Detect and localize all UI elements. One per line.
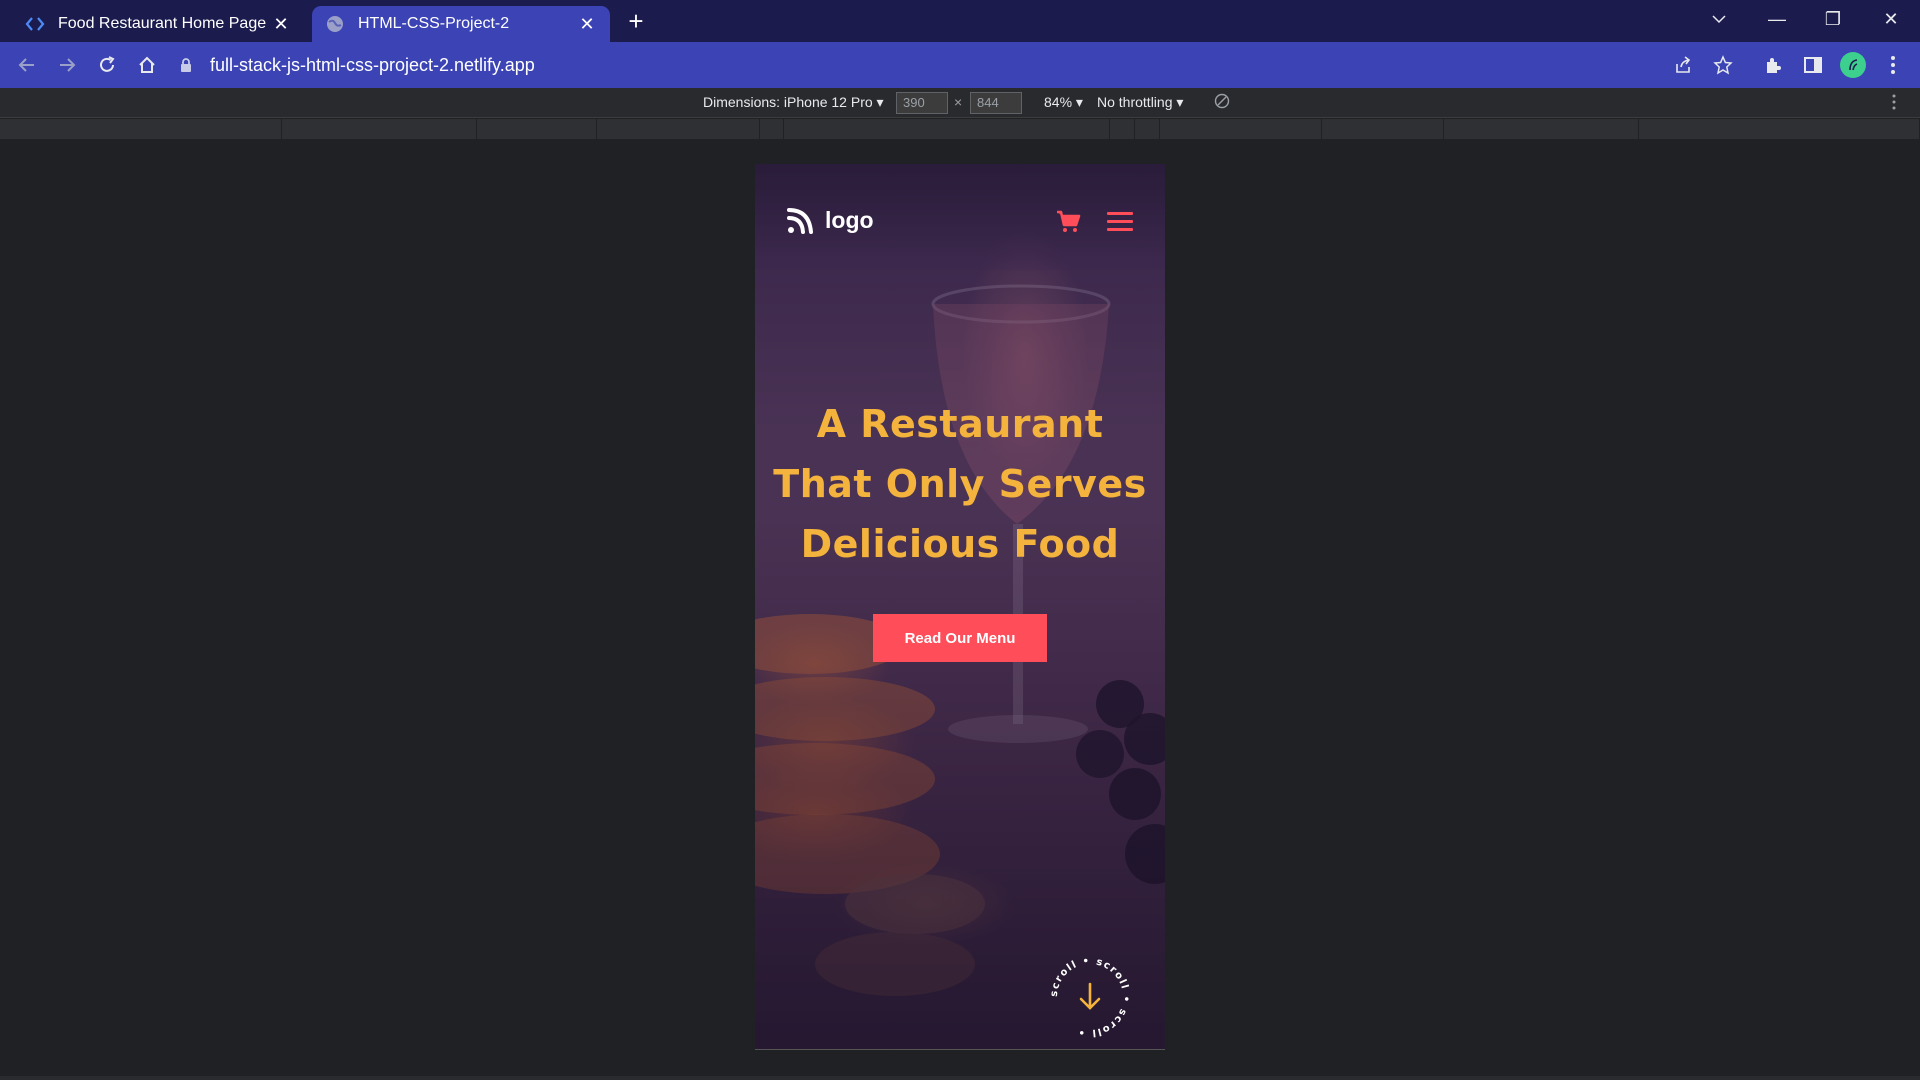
close-window-button[interactable]: ✕ xyxy=(1866,0,1916,38)
throttling-select[interactable]: No throttling ▾ xyxy=(1097,94,1183,111)
side-panel-icon[interactable] xyxy=(1798,50,1828,80)
media-query-segment[interactable] xyxy=(282,119,477,139)
tab-search-icon[interactable] xyxy=(1694,0,1744,38)
media-query-segment[interactable] xyxy=(1135,119,1160,139)
browser-menu-icon[interactable] xyxy=(1878,50,1908,80)
tab-food-restaurant[interactable]: Food Restaurant Home Page ✕ xyxy=(12,6,304,42)
device-toolbar-menu-icon[interactable] xyxy=(1892,94,1896,113)
device-width-input[interactable]: 390 xyxy=(896,92,948,114)
media-query-segment[interactable] xyxy=(1639,119,1920,139)
browser-toolbar: full-stack-js-html-css-project-2.netlify… xyxy=(0,42,1920,88)
bookmark-star-icon[interactable] xyxy=(1708,50,1738,80)
read-menu-button[interactable]: Read Our Menu xyxy=(873,614,1047,662)
tab-html-css-project[interactable]: HTML-CSS-Project-2 ✕ xyxy=(312,6,610,42)
media-query-segment[interactable] xyxy=(597,119,760,139)
share-icon[interactable] xyxy=(1668,50,1698,80)
site-header: logo xyxy=(755,164,1165,270)
extensions-icon[interactable] xyxy=(1758,50,1788,80)
tab-title: HTML-CSS-Project-2 xyxy=(358,15,510,32)
reload-icon[interactable] xyxy=(92,50,122,80)
tab-title: Food Restaurant Home Page xyxy=(58,15,267,32)
media-query-segment[interactable] xyxy=(477,119,597,139)
devtools-device-toolbar: Dimensions: iPhone 12 Pro ▾ 390 × 844 84… xyxy=(0,88,1920,118)
back-icon[interactable] xyxy=(12,50,42,80)
logo-icon xyxy=(787,208,813,234)
code-brackets-icon xyxy=(24,13,46,35)
media-query-segment[interactable] xyxy=(760,119,784,139)
device-height-input[interactable]: 844 xyxy=(970,92,1022,114)
hamburger-menu-icon[interactable] xyxy=(1107,212,1133,232)
hero-line: Delicious Food xyxy=(800,522,1120,566)
media-query-bar xyxy=(0,119,1920,139)
close-tab-icon[interactable]: ✕ xyxy=(270,13,292,35)
media-query-segment[interactable] xyxy=(1444,119,1639,139)
profile-avatar[interactable] xyxy=(1840,52,1866,78)
arrow-down-icon xyxy=(1079,982,1101,1010)
restore-button[interactable]: ❐ xyxy=(1808,0,1858,38)
close-tab-icon[interactable]: ✕ xyxy=(576,13,598,35)
new-tab-button[interactable]: + xyxy=(622,8,650,36)
dimensions-times: × xyxy=(954,94,963,110)
hero-headline: A Restaurant That Only Serves Delicious … xyxy=(755,394,1165,574)
hero-line: That Only Serves xyxy=(773,462,1147,506)
device-viewport: logo A Restaurant That Only Serves Delic… xyxy=(755,164,1165,1050)
forward-icon[interactable] xyxy=(52,50,82,80)
logo-text: logo xyxy=(825,206,874,233)
minimize-button[interactable]: — xyxy=(1752,0,1802,38)
device-dimensions-select[interactable]: Dimensions: iPhone 12 Pro ▾ xyxy=(703,94,884,111)
site-logo[interactable]: logo xyxy=(785,204,874,236)
scroll-down-badge[interactable]: scroll • scroll • scroll • xyxy=(1047,954,1133,1040)
rotate-icon[interactable] xyxy=(1214,93,1230,112)
hero-line: A Restaurant xyxy=(816,402,1104,446)
cart-icon[interactable] xyxy=(1055,208,1081,234)
zoom-label: 84% xyxy=(1044,94,1073,110)
media-query-segment[interactable] xyxy=(0,119,282,139)
address-bar[interactable]: full-stack-js-html-css-project-2.netlify… xyxy=(178,47,1718,83)
lock-icon xyxy=(181,58,191,72)
globe-icon xyxy=(324,13,346,35)
throttling-label: No throttling xyxy=(1097,94,1173,110)
hero-overlay xyxy=(755,164,1165,1049)
devtools-bottom-edge xyxy=(0,1076,1920,1080)
home-icon[interactable] xyxy=(132,50,162,80)
url-text: full-stack-js-html-css-project-2.netlify… xyxy=(210,54,535,75)
zoom-select[interactable]: 84% ▾ xyxy=(1044,94,1083,111)
media-query-segment[interactable] xyxy=(1110,119,1135,139)
media-query-segment[interactable] xyxy=(1160,119,1322,139)
browser-titlebar: Food Restaurant Home Page ✕ HTML-CSS-Pro… xyxy=(0,0,1920,42)
dimensions-label: Dimensions: iPhone 12 Pro xyxy=(703,94,873,110)
media-query-segment[interactable] xyxy=(1322,119,1444,139)
media-query-segment[interactable] xyxy=(784,119,1110,139)
